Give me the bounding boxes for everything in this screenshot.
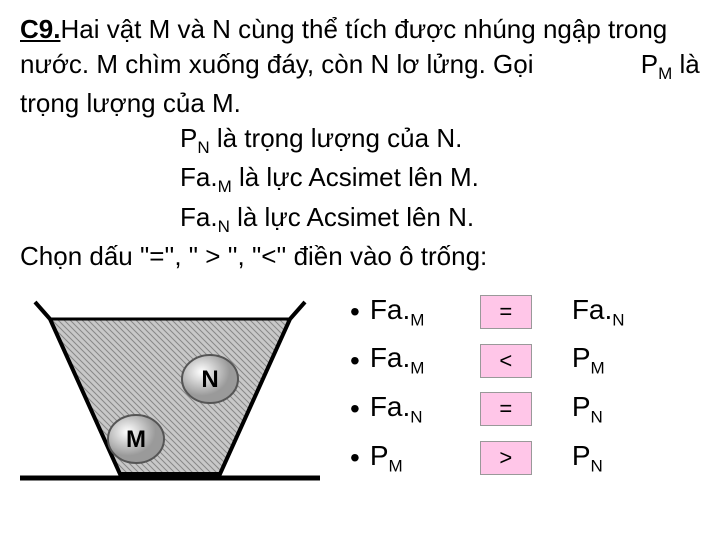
- label-N: N: [201, 366, 218, 393]
- answer-box[interactable]: >: [480, 441, 532, 475]
- main-text: Hai vật M và N cùng thể tích được nhúng …: [20, 14, 667, 79]
- problem-text: C9.Hai vật M và N cùng thể tích được nhú…: [20, 12, 700, 274]
- bullet-icon: •: [350, 395, 360, 423]
- instruction: Chọn dấu "='', " > '', "<'' điền vào ô t…: [20, 239, 700, 274]
- label-M: M: [126, 426, 146, 453]
- answer-box[interactable]: =: [480, 392, 532, 426]
- answer-box[interactable]: <: [480, 344, 532, 378]
- answer-row: • Fa.M = Fa.N: [350, 294, 700, 331]
- beaker-diagram: N M: [20, 294, 320, 504]
- answer-row: • PM > PN: [350, 440, 700, 477]
- bullet-icon: •: [350, 298, 360, 326]
- answer-box[interactable]: =: [480, 295, 532, 329]
- bullet-icon: •: [350, 444, 360, 472]
- bullet-icon: •: [350, 347, 360, 375]
- answer-row: • Fa.M < PM: [350, 342, 700, 379]
- answer-row: • Fa.N = PN: [350, 391, 700, 428]
- answer-table: • Fa.M = Fa.N • Fa.M < PM • Fa.N = PN • …: [320, 294, 700, 504]
- problem-number: C9.: [20, 14, 60, 44]
